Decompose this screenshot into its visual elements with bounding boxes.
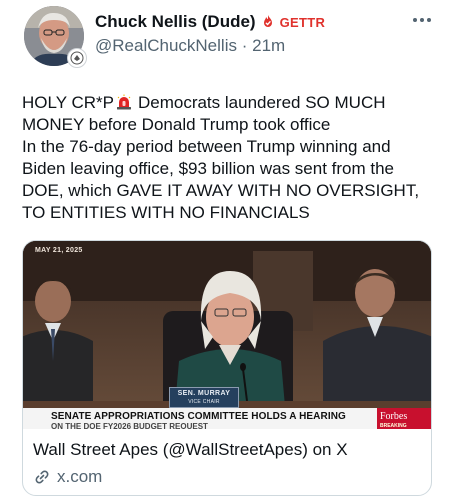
lower-third-subline: ON THE DOE FY2026 BUDGET REQUEST xyxy=(51,423,208,429)
broadcaster-name: Forbes xyxy=(380,411,408,422)
lower-third-headline: SENATE APPROPRIATIONS COMMITTEE HOLDS A … xyxy=(51,411,346,422)
card-domain: x.com xyxy=(57,467,103,486)
link-preview-card[interactable]: MAY 21, 2025 SEN. MURRAY VICE CHAIR SENA… xyxy=(22,240,432,496)
post-paragraph-1: HOLY CR*P Democrats laundered SO MUCH MO… xyxy=(22,92,432,136)
post-text: HOLY CR*P Democrats laundered SO MUCH MO… xyxy=(22,92,432,224)
avatar-affiliation-icon xyxy=(67,48,87,68)
nameplate-title: VICE CHAIR xyxy=(188,399,220,405)
author-meta: @RealChuckNellis · 21m xyxy=(95,36,415,56)
author-handle[interactable]: @RealChuckNellis xyxy=(95,36,237,55)
card-media-image: MAY 21, 2025 SEN. MURRAY VICE CHAIR SENA… xyxy=(23,241,431,429)
post-text-part-1: HOLY CR*P xyxy=(22,93,114,112)
nameplate: SEN. MURRAY VICE CHAIR xyxy=(169,387,239,408)
news-lower-third: SENATE APPROPRIATIONS COMMITTEE HOLDS A … xyxy=(23,408,431,429)
post-timestamp[interactable]: 21m xyxy=(252,36,285,55)
video-date-stamp: MAY 21, 2025 xyxy=(35,247,83,254)
broadcaster-logo: Forbes BREAKING xyxy=(377,408,431,429)
police-siren-icon xyxy=(116,94,132,110)
nameplate-name: SEN. MURRAY xyxy=(177,390,231,397)
card-domain-row[interactable]: x.com xyxy=(33,467,102,487)
author-display-name[interactable]: Chuck Nellis (Dude) xyxy=(95,12,256,32)
post-header: Chuck Nellis (Dude) GETTR @RealChuckNell… xyxy=(95,10,415,56)
broadcaster-tag: BREAKING xyxy=(380,423,407,429)
meta-separator: · xyxy=(241,36,248,55)
platform-label: GETTR xyxy=(279,14,326,30)
flame-badge-icon xyxy=(260,14,276,30)
post-paragraph-2: In the 76-day period between Trump winni… xyxy=(22,137,420,222)
link-icon xyxy=(33,468,51,486)
more-options-icon[interactable] xyxy=(410,10,434,30)
name-row: Chuck Nellis (Dude) GETTR xyxy=(95,10,415,34)
card-title[interactable]: Wall Street Apes (@WallStreetApes) on X xyxy=(33,440,348,460)
post: Chuck Nellis (Dude) GETTR @RealChuckNell… xyxy=(0,0,452,500)
